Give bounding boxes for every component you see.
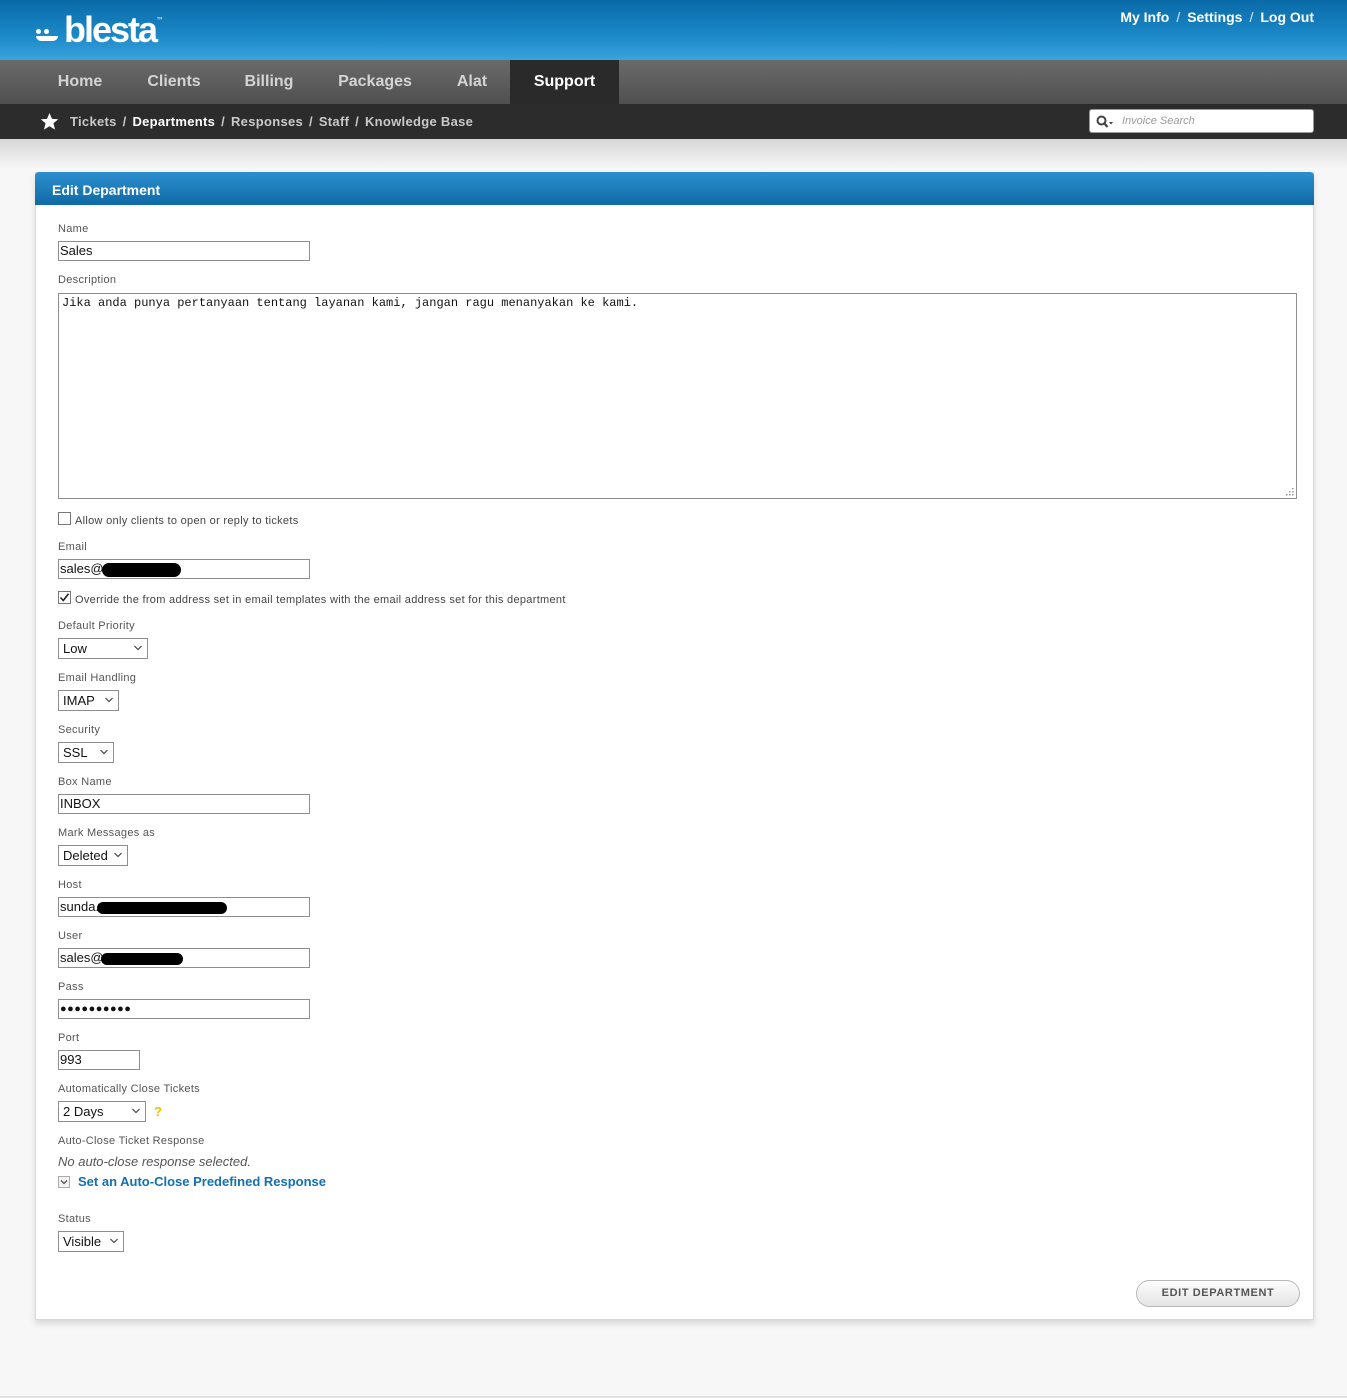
- search-icon[interactable]: [1096, 115, 1114, 129]
- description-textarea[interactable]: Jika anda punya pertanyaan tentang layan…: [58, 293, 1297, 499]
- status-value: Visible: [63, 1234, 102, 1249]
- logo-mark-icon: [34, 15, 64, 45]
- nav-item-packages[interactable]: Packages: [325, 60, 425, 104]
- redaction-mark: [102, 563, 181, 577]
- email-handling-select[interactable]: IMAP: [58, 690, 119, 711]
- nav-item-alat[interactable]: Alat: [440, 60, 504, 104]
- subnav-item-knowledge-base[interactable]: Knowledge Base: [365, 114, 473, 129]
- port-input[interactable]: 993: [58, 1050, 140, 1070]
- separator: /: [1176, 9, 1181, 25]
- expand-toggle-icon[interactable]: [58, 1176, 70, 1188]
- security-select[interactable]: SSL: [58, 742, 114, 763]
- edit-department-button[interactable]: EDIT DEPARTMENT: [1136, 1280, 1300, 1307]
- subnav-item-tickets[interactable]: Tickets: [70, 114, 117, 129]
- resize-grip-icon[interactable]: [1286, 488, 1294, 496]
- email-input[interactable]: sales@: [58, 559, 310, 579]
- name-input[interactable]: Sales: [58, 241, 310, 261]
- separator: /: [355, 114, 360, 129]
- pass-label: Pass: [58, 981, 84, 993]
- auto-close-label: Automatically Close Tickets: [58, 1083, 200, 1095]
- security-label: Security: [58, 724, 101, 736]
- auto-close-response-note: No auto-close response selected.: [58, 1154, 251, 1169]
- nav-item-clients[interactable]: Clients: [129, 60, 219, 104]
- search-input[interactable]: [1122, 113, 1307, 129]
- header-shadow: [0, 139, 1347, 169]
- redaction-mark: [101, 953, 183, 965]
- edit-department-panel: Edit Department Name Sales Description J…: [35, 172, 1314, 1320]
- help-icon[interactable]: ?: [154, 1104, 162, 1119]
- default-priority-label: Default Priority: [58, 620, 135, 632]
- separator: /: [221, 114, 226, 129]
- override-from-label: Override the from address set in email t…: [75, 594, 566, 606]
- redaction-mark: [97, 902, 227, 914]
- separator: /: [1249, 9, 1254, 25]
- chevron-down-icon: [114, 852, 122, 858]
- status-label: Status: [58, 1213, 91, 1225]
- settings-link[interactable]: Settings: [1187, 9, 1242, 25]
- security-value: SSL: [63, 745, 88, 760]
- blesta-logo[interactable]: blesta ™: [34, 12, 164, 48]
- star-icon[interactable]: [40, 112, 59, 131]
- override-from-checkbox[interactable]: [58, 591, 71, 604]
- panel-title: Edit Department: [35, 172, 1314, 205]
- box-name-input[interactable]: INBOX: [58, 794, 310, 814]
- chevron-down-icon: [132, 1108, 140, 1114]
- chevron-down-icon: [100, 749, 108, 755]
- log-out-link[interactable]: Log Out: [1260, 9, 1314, 25]
- chevron-down-icon: [110, 1238, 118, 1244]
- user-value: sales@: [60, 950, 104, 965]
- subnav-item-responses[interactable]: Responses: [231, 114, 303, 129]
- default-priority-value: Low: [63, 641, 87, 656]
- separator: /: [308, 114, 313, 129]
- email-handling-value: IMAP: [63, 693, 95, 708]
- port-label: Port: [58, 1032, 80, 1044]
- separator: /: [122, 114, 127, 129]
- checkmark-icon: [59, 593, 70, 602]
- user-input[interactable]: sales@: [58, 948, 310, 968]
- set-auto-close-response-link[interactable]: Set an Auto-Close Predefined Response: [78, 1174, 326, 1189]
- auto-close-response-label: Auto-Close Ticket Response: [58, 1135, 205, 1147]
- chevron-down-icon: [60, 1180, 68, 1185]
- nav-item-home[interactable]: Home: [35, 60, 125, 104]
- logo-trademark: ™: [156, 16, 165, 25]
- mark-messages-label: Mark Messages as: [58, 827, 156, 839]
- user-label: User: [58, 930, 83, 942]
- mark-messages-select[interactable]: Deleted: [58, 845, 128, 866]
- nav-item-billing[interactable]: Billing: [224, 60, 314, 104]
- description-text: Jika anda punya pertanyaan tentang layan…: [62, 296, 639, 310]
- account-links: My Info / Settings / Log Out: [1120, 9, 1314, 25]
- my-info-link[interactable]: My Info: [1120, 9, 1169, 25]
- nav-item-support[interactable]: Support: [510, 60, 619, 104]
- main-nav: Home Clients Billing Packages Alat Suppo…: [0, 60, 1347, 104]
- box-name-label: Box Name: [58, 776, 112, 788]
- chevron-down-icon: [134, 645, 142, 651]
- breadcrumb: Tickets / Departments / Responses / Staf…: [70, 114, 473, 129]
- clients-only-checkbox[interactable]: [58, 512, 71, 525]
- host-label: Host: [58, 879, 82, 891]
- name-label: Name: [58, 223, 89, 235]
- subnav-item-departments[interactable]: Departments: [132, 114, 215, 129]
- auto-close-select[interactable]: 2 Days: [58, 1101, 146, 1122]
- search-box[interactable]: [1089, 109, 1314, 133]
- status-select[interactable]: Visible: [58, 1231, 124, 1252]
- email-value: sales@: [60, 561, 104, 576]
- chevron-down-icon: [105, 697, 113, 703]
- subnav-item-staff[interactable]: Staff: [319, 114, 349, 129]
- default-priority-select[interactable]: Low: [58, 638, 148, 659]
- top-header: blesta ™ My Info / Settings / Log Out: [0, 0, 1347, 60]
- email-label: Email: [58, 541, 88, 553]
- clients-only-label: Allow only clients to open or reply to t…: [75, 515, 299, 527]
- email-handling-label: Email Handling: [58, 672, 137, 684]
- pass-input[interactable]: ●●●●●●●●●●: [58, 999, 310, 1019]
- description-label: Description: [58, 274, 117, 286]
- mark-messages-value: Deleted: [63, 848, 108, 863]
- host-value: sunda.: [60, 899, 100, 914]
- auto-close-value: 2 Days: [63, 1104, 104, 1119]
- logo-text: blesta: [64, 9, 158, 50]
